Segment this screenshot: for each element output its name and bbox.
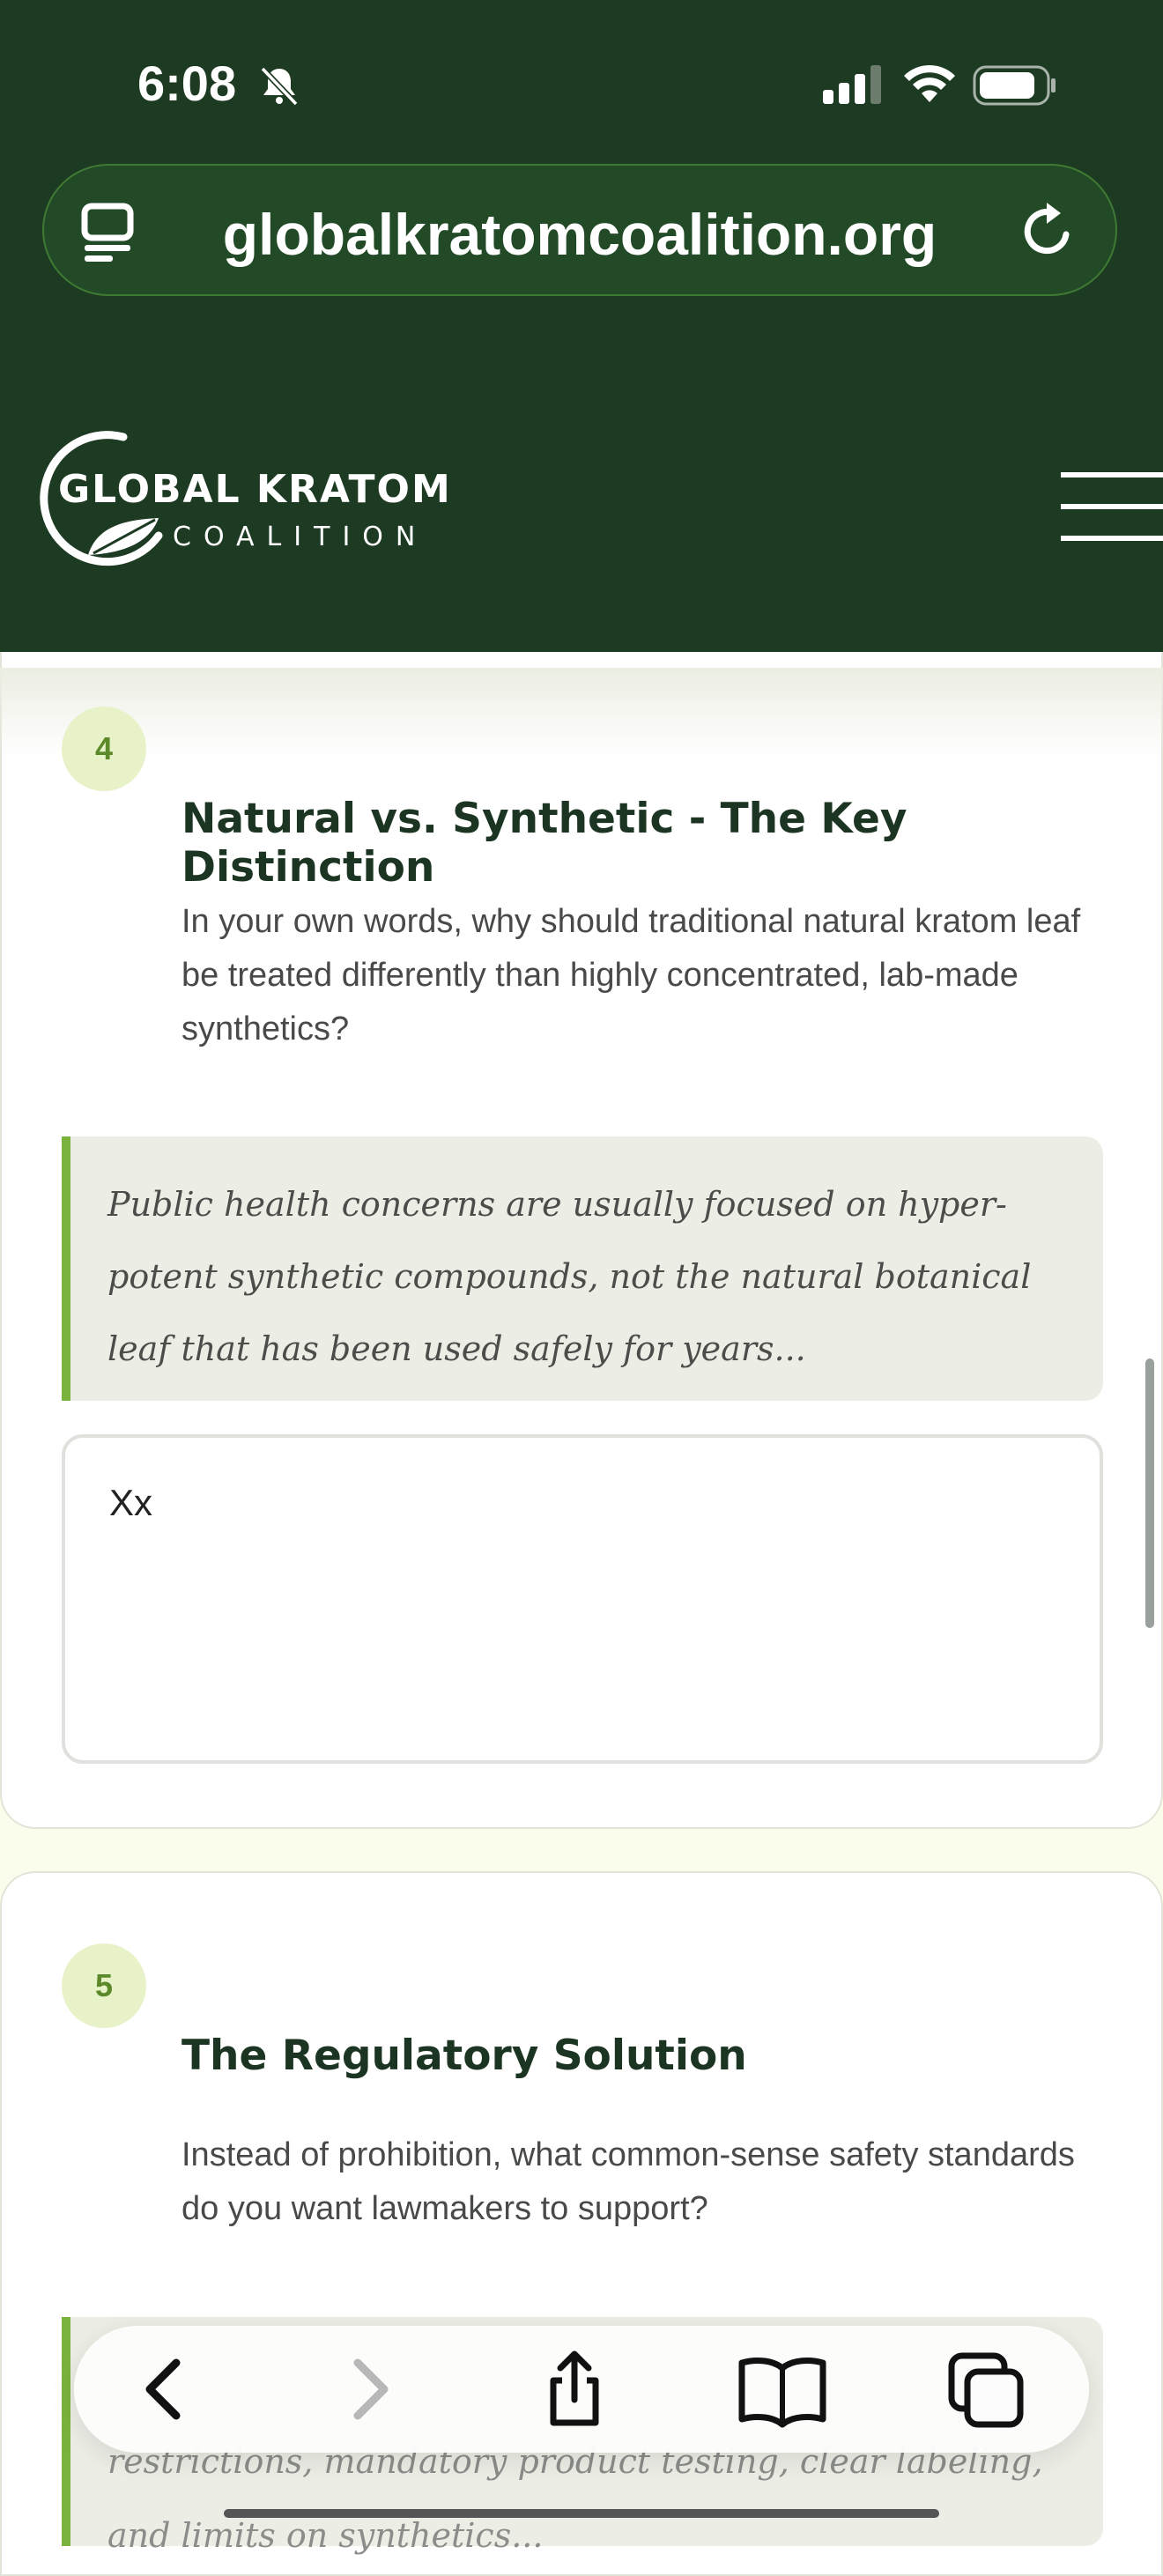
battery-icon [973, 65, 1057, 109]
home-indicator [224, 2509, 939, 2518]
question-title: The Regulatory Solution [181, 2032, 747, 2080]
status-time: 6:08 [137, 56, 237, 111]
logo-text-secondary[interactable]: COALITION [173, 522, 427, 552]
forward-chevron-icon[interactable] [330, 2350, 407, 2432]
logo-text-primary[interactable]: GLOBAL KRATOM [58, 467, 452, 512]
share-icon[interactable] [536, 2350, 613, 2432]
bookmarks-book-icon[interactable] [737, 2350, 828, 2432]
example-answer-quote: Public health concerns are usually focus… [62, 1136, 1103, 1401]
site-header: 6:08 globalkratomcoalition.org GLOBAL KR… [0, 0, 1163, 668]
wifi-icon [902, 62, 957, 107]
question-number-badge: 4 [62, 707, 146, 791]
question-title: Natural vs. Synthetic - The Key Distinct… [181, 795, 907, 892]
address-bar[interactable]: globalkratomcoalition.org [42, 164, 1117, 296]
url-text: globalkratomcoalition.org [222, 202, 937, 267]
back-chevron-icon[interactable] [127, 2350, 204, 2432]
menu-hamburger-icon[interactable] [1061, 472, 1163, 567]
answer-textarea[interactable] [62, 1434, 1103, 1764]
page-scrollbar[interactable] [1145, 1358, 1154, 1628]
question-description: Instead of prohibition, what common-sens… [181, 2136, 1075, 2227]
reload-icon[interactable] [1017, 199, 1077, 266]
question-number-badge: 5 [62, 1943, 146, 2028]
header-shadow [0, 668, 1163, 756]
tabs-overview-icon[interactable] [946, 2350, 1027, 2435]
browser-toolbar [74, 2326, 1089, 2453]
question-description: In your own words, why should traditiona… [181, 903, 1081, 1047]
cellular-signal-icon [823, 65, 883, 107]
bell-slash-icon [257, 63, 301, 111]
